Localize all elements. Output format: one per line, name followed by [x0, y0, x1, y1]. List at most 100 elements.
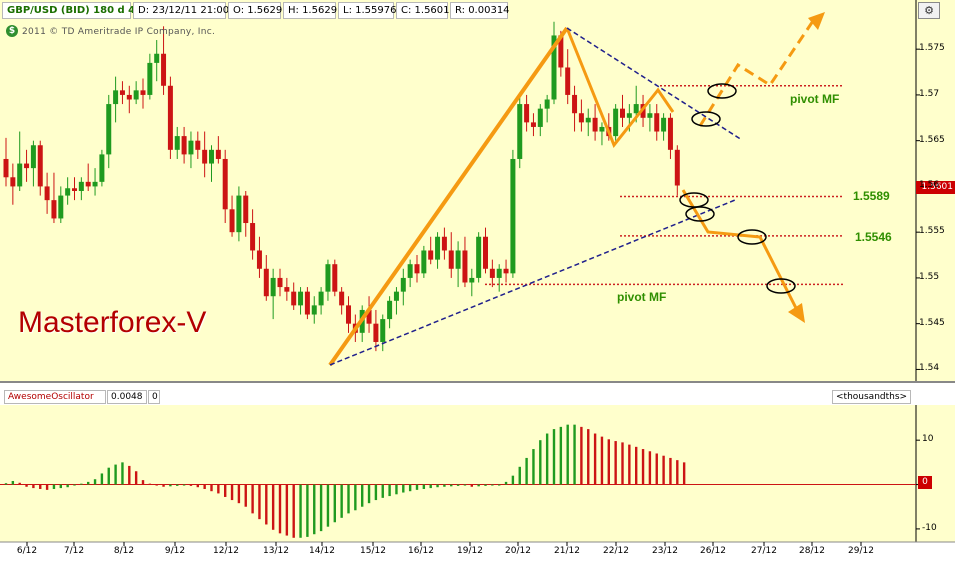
oscillator-bar [648, 451, 652, 485]
candle-body [654, 113, 660, 132]
candle-body [65, 188, 71, 196]
candle-body [181, 136, 187, 155]
oscillator-bar [504, 481, 508, 485]
oscillator-bar [121, 462, 124, 485]
oscillator-bar [367, 484, 371, 504]
oscillator-bar [18, 482, 21, 485]
oscillator-bar [148, 483, 152, 485]
oscillator-bar [408, 484, 412, 492]
high-field: H: 1.5629 [283, 2, 337, 19]
candle-body [51, 200, 57, 219]
chart-menu-icon[interactable]: ⚙ [918, 2, 940, 19]
candle-body [469, 277, 475, 283]
price-tick-label: 1.55 [919, 271, 940, 282]
candle-body [284, 287, 290, 292]
candle-body [400, 277, 406, 292]
candle-body [674, 149, 680, 186]
candle-body [119, 90, 125, 95]
oscillator-bar [395, 484, 398, 495]
oscillator-bar [87, 481, 90, 485]
oscillator-bar [134, 471, 138, 485]
time-tick-label: 29/12 [848, 546, 874, 556]
oscillator-bar [45, 484, 49, 490]
price-tick-label: 1.555 [919, 226, 945, 237]
oscillator-bar [217, 484, 220, 494]
price-tick-label: 1.565 [919, 134, 945, 145]
candle-body [30, 145, 36, 169]
candle-body [592, 117, 598, 132]
oscillator-bar [230, 484, 234, 501]
watermark-text: Masterforex-V [18, 306, 207, 339]
candle-body [154, 53, 160, 63]
indicator-units-label: <thousandths> [832, 390, 912, 404]
oscillator-bar [621, 442, 624, 485]
oscillator-bar [552, 429, 556, 485]
oscillator-bar [333, 484, 336, 523]
candle-body [373, 323, 379, 342]
oscillator-bar [59, 484, 62, 489]
candle-body [620, 108, 625, 118]
candle-body [537, 108, 543, 127]
open-field: O: 1.5629 [228, 2, 282, 19]
time-tick-label: 28/12 [799, 546, 825, 556]
oscillator-bar [319, 484, 323, 532]
oscillator-bar [237, 484, 241, 504]
oscillator-bar [32, 484, 35, 489]
oscillator-bar [73, 484, 76, 486]
candle-body [229, 209, 235, 233]
candle-body [565, 67, 571, 95]
oscillator-bar [128, 465, 131, 485]
oscillator-bar [66, 484, 69, 488]
time-tick-label: 16/12 [408, 546, 434, 556]
oscillator-bar [347, 484, 350, 514]
candle-body [72, 188, 77, 191]
candle-body [503, 268, 509, 274]
candle-body [99, 154, 105, 182]
oscillator-bar [141, 480, 145, 485]
level-5546-label: 1.5546 [855, 230, 892, 244]
copyright-text: 2011 © TD Ameritrade IP Company, Inc. [22, 27, 216, 37]
oscillator-bar [573, 424, 576, 485]
candle-body [298, 291, 304, 306]
oscillator-bar [39, 484, 42, 489]
time-tick-label: 23/12 [652, 546, 678, 556]
price-tick-label: 1.575 [919, 43, 945, 54]
ameritrade-logo-icon: $ [6, 25, 18, 37]
oscillator-bar [470, 484, 473, 487]
candle-body [462, 250, 468, 283]
candle-body [435, 236, 441, 260]
time-tick-label: 26/12 [700, 546, 726, 556]
price-tick-label: 1.56 [919, 180, 940, 191]
candle-body [3, 158, 9, 178]
oscillator-bar [655, 453, 658, 485]
candle-body [250, 223, 256, 251]
oscillator-bar [682, 462, 686, 485]
oscillator-bar [162, 484, 165, 487]
symbol-field[interactable]: GBP/USD (BID) 180 d 4h [2, 2, 142, 19]
candle-body [140, 90, 146, 95]
indicator-name-field[interactable]: AwesomeOscillator [4, 390, 106, 404]
oscillator-bar [361, 484, 364, 507]
oscillator-bar [600, 436, 604, 485]
oscillator-bar [203, 484, 206, 489]
candle-body [311, 305, 317, 315]
oscillator-bar [210, 484, 213, 492]
oscillator-bar [484, 484, 487, 486]
oscillator-bar [100, 473, 104, 485]
close-field: C: 1.5601 [396, 2, 450, 19]
candle-body [476, 236, 482, 278]
oscillator-bar [176, 484, 179, 486]
indicator-second-field: 0 [148, 390, 160, 404]
oscillator-bar [196, 484, 199, 488]
oscillator-bar [559, 426, 563, 485]
oscillator-bar [415, 484, 419, 490]
range-field: R: 0.00314 [450, 2, 510, 19]
oscillator-bar [251, 484, 254, 514]
candle-body [44, 186, 50, 201]
indicator-value-field: 0.0048 [107, 390, 147, 404]
oscillator-bar [676, 460, 679, 485]
time-tick-label: 12/12 [213, 546, 239, 556]
candle-body [393, 291, 399, 301]
candle-body [483, 236, 488, 269]
candle-body [387, 300, 393, 320]
